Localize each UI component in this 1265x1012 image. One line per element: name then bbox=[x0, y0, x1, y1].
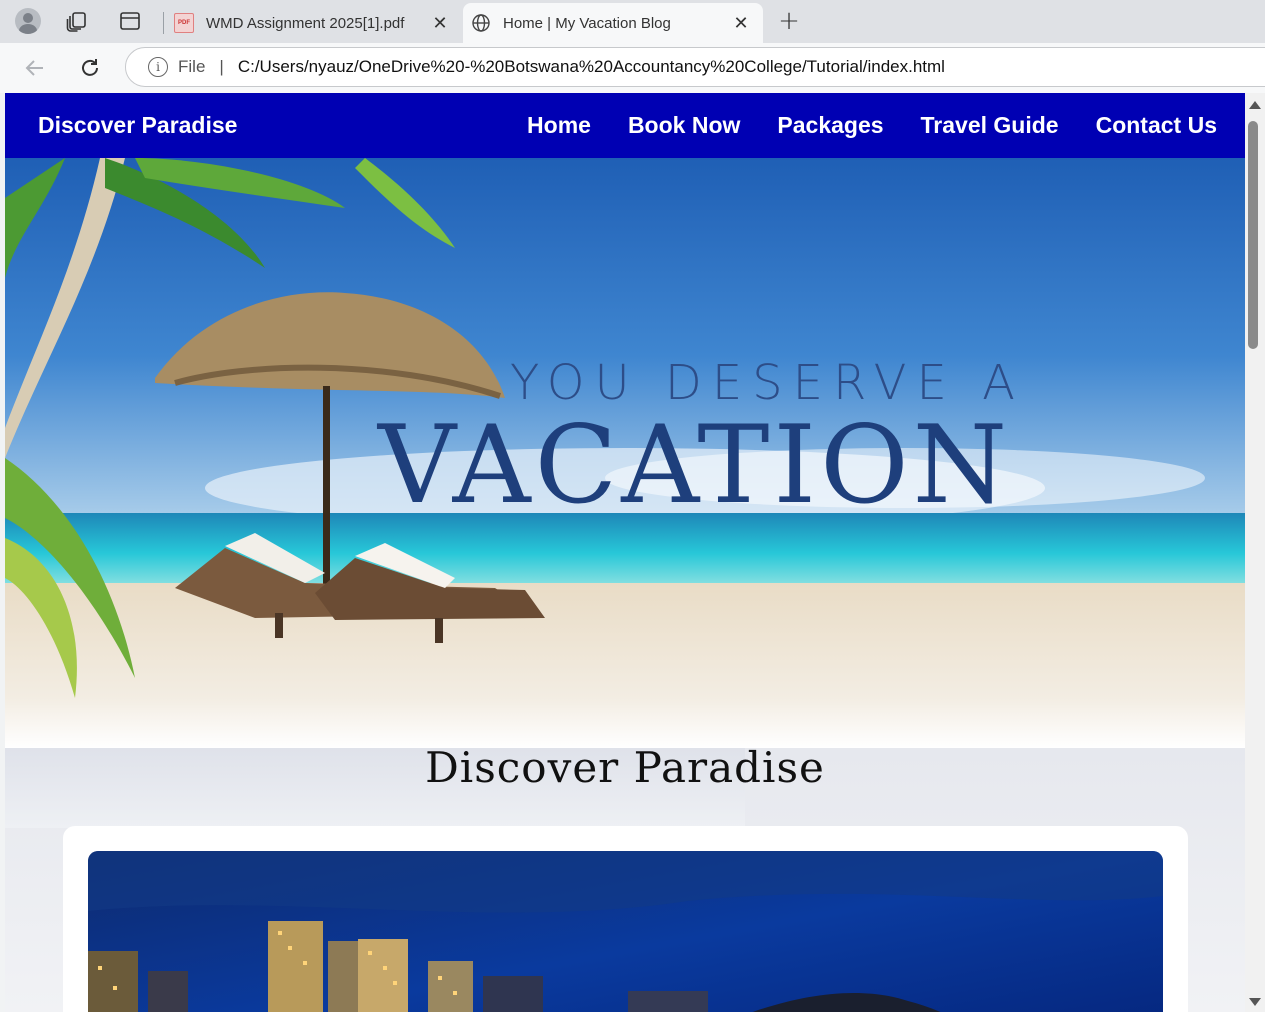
scrollbar-thumb[interactable] bbox=[1248, 121, 1258, 349]
nav-links: Home Book Now Packages Travel Guide Cont… bbox=[527, 112, 1217, 139]
back-arrow-icon[interactable] bbox=[20, 53, 50, 83]
profile-avatar[interactable] bbox=[13, 6, 43, 36]
hero-banner: YOU DESERVE A VACATION bbox=[5, 158, 1245, 748]
pdf-icon: PDF bbox=[174, 13, 194, 33]
close-icon[interactable]: ✕ bbox=[428, 11, 452, 35]
nav-packages[interactable]: Packages bbox=[777, 112, 883, 139]
vertical-tabs-icon[interactable] bbox=[115, 6, 145, 36]
globe-icon bbox=[471, 13, 491, 33]
url-scheme: File bbox=[178, 57, 206, 76]
nav-home[interactable]: Home bbox=[527, 112, 591, 139]
feature-card bbox=[63, 826, 1188, 1012]
hero-subheadline: VACATION bbox=[378, 403, 1012, 528]
tab-collections-icon[interactable] bbox=[62, 6, 92, 36]
tab-vacation-blog[interactable]: Home | My Vacation Blog ✕ bbox=[463, 3, 763, 43]
scroll-down-icon[interactable] bbox=[1249, 998, 1261, 1006]
tab-title: WMD Assignment 2025[1].pdf bbox=[206, 14, 405, 32]
page-viewport: Discover Paradise Home Book Now Packages… bbox=[5, 93, 1245, 1012]
section-title: Discover Paradise bbox=[425, 743, 825, 792]
nav-contact-us[interactable]: Contact Us bbox=[1096, 112, 1217, 139]
browser-toolbar: i File | C:/Users/nyauz/OneDrive%20-%20B… bbox=[0, 43, 1265, 93]
avatar-icon bbox=[15, 8, 41, 34]
site-navbar: Discover Paradise Home Book Now Packages… bbox=[5, 93, 1245, 158]
tab-title: Home | My Vacation Blog bbox=[503, 14, 671, 32]
city-skyline-image bbox=[88, 851, 1163, 1012]
url-text[interactable]: C:/Users/nyauz/OneDrive%20-%20Botswana%2… bbox=[238, 57, 945, 77]
site-brand[interactable]: Discover Paradise bbox=[38, 112, 237, 139]
scroll-up-icon[interactable] bbox=[1249, 101, 1261, 109]
url-separator: | bbox=[219, 57, 224, 76]
reload-icon[interactable] bbox=[75, 53, 105, 83]
tab-divider bbox=[163, 12, 164, 34]
address-bar[interactable]: i File | C:/Users/nyauz/OneDrive%20-%20B… bbox=[125, 47, 1265, 87]
tab-strip: PDF WMD Assignment 2025[1].pdf ✕ Home | … bbox=[0, 0, 1265, 43]
tab-pdf[interactable]: PDF WMD Assignment 2025[1].pdf ✕ bbox=[166, 3, 462, 43]
nav-travel-guide[interactable]: Travel Guide bbox=[921, 112, 1059, 139]
page-scrollbar[interactable] bbox=[1245, 93, 1265, 1012]
close-icon[interactable]: ✕ bbox=[729, 11, 753, 35]
nav-book-now[interactable]: Book Now bbox=[628, 112, 740, 139]
new-tab-icon[interactable]: + bbox=[774, 6, 804, 36]
info-icon[interactable]: i bbox=[148, 57, 168, 77]
